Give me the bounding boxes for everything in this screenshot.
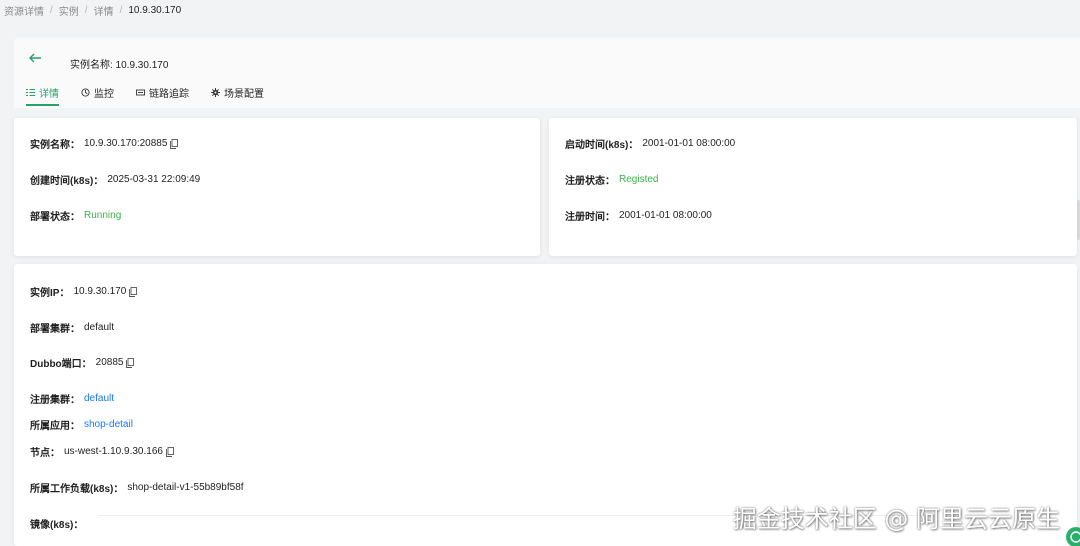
monitor-icon bbox=[81, 87, 90, 97]
register-cluster-field: 注册集群： default bbox=[30, 391, 114, 406]
tab-detail[interactable]: 详情 bbox=[26, 80, 59, 106]
instance-basic-card: 实例名称： 10.9.30.170:20885 创建时间(k8s)： 2025-… bbox=[14, 118, 540, 256]
register-cluster-label: 注册集群： bbox=[30, 395, 80, 406]
tab-monitor-label: 监控 bbox=[94, 88, 114, 100]
instance-ip-field: 实例IP： 10.9.30.170 bbox=[30, 284, 138, 299]
instance-register-card: 启动时间(k8s)： 2001-01-01 08:00:00 注册状态： Reg… bbox=[549, 118, 1077, 256]
register-status-field: 注册状态： Registed bbox=[565, 172, 658, 187]
deploy-cluster-label: 部署集群： bbox=[30, 324, 80, 335]
start-time-field: 启动时间(k8s)： 2001-01-01 08:00:00 bbox=[565, 136, 735, 151]
instance-name-value: 10.9.30.170:20885 bbox=[84, 138, 168, 149]
register-status-value: Registed bbox=[619, 174, 659, 185]
dubbo-port-field: Dubbo端口： 20885 bbox=[30, 355, 135, 370]
instance-header-panel: 实例名称: 10.9.30.170 详情 监控 链路追踪 场景配置 bbox=[14, 38, 1080, 108]
tab-trace[interactable]: 链路追踪 bbox=[136, 80, 189, 104]
instance-name-field: 实例名称： 10.9.30.170:20885 bbox=[30, 136, 179, 151]
breadcrumb-separator: / bbox=[119, 5, 123, 16]
deploy-status-field: 部署状态： Running bbox=[30, 208, 121, 223]
breadcrumb: 资源详情 / 实例 / 详情 / 10.9.30.170 bbox=[4, 3, 181, 18]
watermark: 掘金技术社区 @ 阿里云云原生 bbox=[732, 505, 1060, 533]
create-time-field: 创建时间(k8s)： 2025-03-31 22:09:49 bbox=[30, 172, 200, 187]
start-time-label: 启动时间(k8s)： bbox=[565, 140, 639, 151]
copy-icon[interactable] bbox=[170, 138, 179, 149]
tab-bar: 详情 监控 链路追踪 场景配置 bbox=[26, 80, 264, 106]
workload-label: 所属工作负载(k8s)： bbox=[30, 484, 124, 495]
breadcrumb-current: 10.9.30.170 bbox=[128, 5, 182, 16]
deploy-status-label: 部署状态： bbox=[30, 212, 80, 223]
start-time-value: 2001-01-01 08:00:00 bbox=[642, 138, 736, 149]
dubbo-port-value: 20885 bbox=[95, 357, 124, 368]
tab-scene-config[interactable]: 场景配置 bbox=[211, 80, 264, 104]
node-value: us-west-1.10.9.30.166 bbox=[64, 446, 163, 457]
instance-ip-value: 10.9.30.170 bbox=[73, 286, 127, 297]
tab-monitor[interactable]: 监控 bbox=[81, 80, 114, 104]
create-time-value: 2025-03-31 22:09:49 bbox=[107, 174, 201, 185]
copy-icon[interactable] bbox=[126, 357, 135, 368]
tab-trace-label: 链路追踪 bbox=[149, 88, 189, 100]
app-field: 所属应用： shop-detail bbox=[30, 417, 133, 432]
breadcrumb-separator: / bbox=[50, 5, 53, 16]
create-time-label: 创建时间(k8s)： bbox=[30, 176, 104, 187]
deploy-cluster-value: default bbox=[84, 322, 115, 333]
image-label: 镜像(k8s)： bbox=[30, 520, 84, 531]
instance-name-label: 实例名称： bbox=[30, 140, 80, 151]
breadcrumb-item-instance[interactable]: 实例 bbox=[59, 3, 79, 18]
node-label: 节点： bbox=[30, 448, 60, 459]
breadcrumb-separator: / bbox=[84, 5, 88, 16]
tab-detail-label: 详情 bbox=[39, 88, 59, 100]
workload-field: 所属工作负载(k8s)： shop-detail-v1-55b89bf58f bbox=[30, 480, 244, 495]
register-cluster-link[interactable]: default bbox=[84, 393, 114, 404]
register-time-field: 注册时间： 2001-01-01 08:00:00 bbox=[565, 208, 712, 223]
tab-scene-config-label: 场景配置 bbox=[224, 88, 264, 100]
dubbo-port-label: Dubbo端口： bbox=[30, 359, 92, 370]
register-time-value: 2001-01-01 08:00:00 bbox=[619, 210, 712, 221]
app-label: 所属应用： bbox=[30, 421, 80, 432]
back-arrow-icon[interactable] bbox=[27, 50, 43, 66]
breadcrumb-item-detail[interactable]: 详情 bbox=[94, 3, 114, 18]
help-float-button[interactable] bbox=[1066, 527, 1080, 546]
register-time-label: 注册时间： bbox=[565, 212, 615, 223]
register-status-label: 注册状态： bbox=[565, 176, 615, 187]
workload-value: shop-detail-v1-55b89bf58f bbox=[127, 482, 244, 493]
image-field: 镜像(k8s)： bbox=[30, 516, 83, 531]
gear-icon bbox=[211, 87, 220, 97]
app-link[interactable]: shop-detail bbox=[84, 419, 133, 430]
deploy-cluster-field: 部署集群： default bbox=[30, 320, 114, 335]
list-icon bbox=[26, 88, 35, 97]
node-field: 节点： us-west-1.10.9.30.166 bbox=[30, 444, 174, 459]
copy-icon[interactable] bbox=[129, 286, 138, 297]
instance-ip-label: 实例IP： bbox=[30, 288, 70, 299]
page-title: 实例名称: 10.9.30.170 bbox=[70, 60, 169, 71]
copy-icon[interactable] bbox=[166, 446, 174, 457]
trace-icon bbox=[136, 88, 145, 97]
deploy-status-value: Running bbox=[84, 210, 122, 221]
breadcrumb-item-resource[interactable]: 资源详情 bbox=[4, 3, 44, 18]
